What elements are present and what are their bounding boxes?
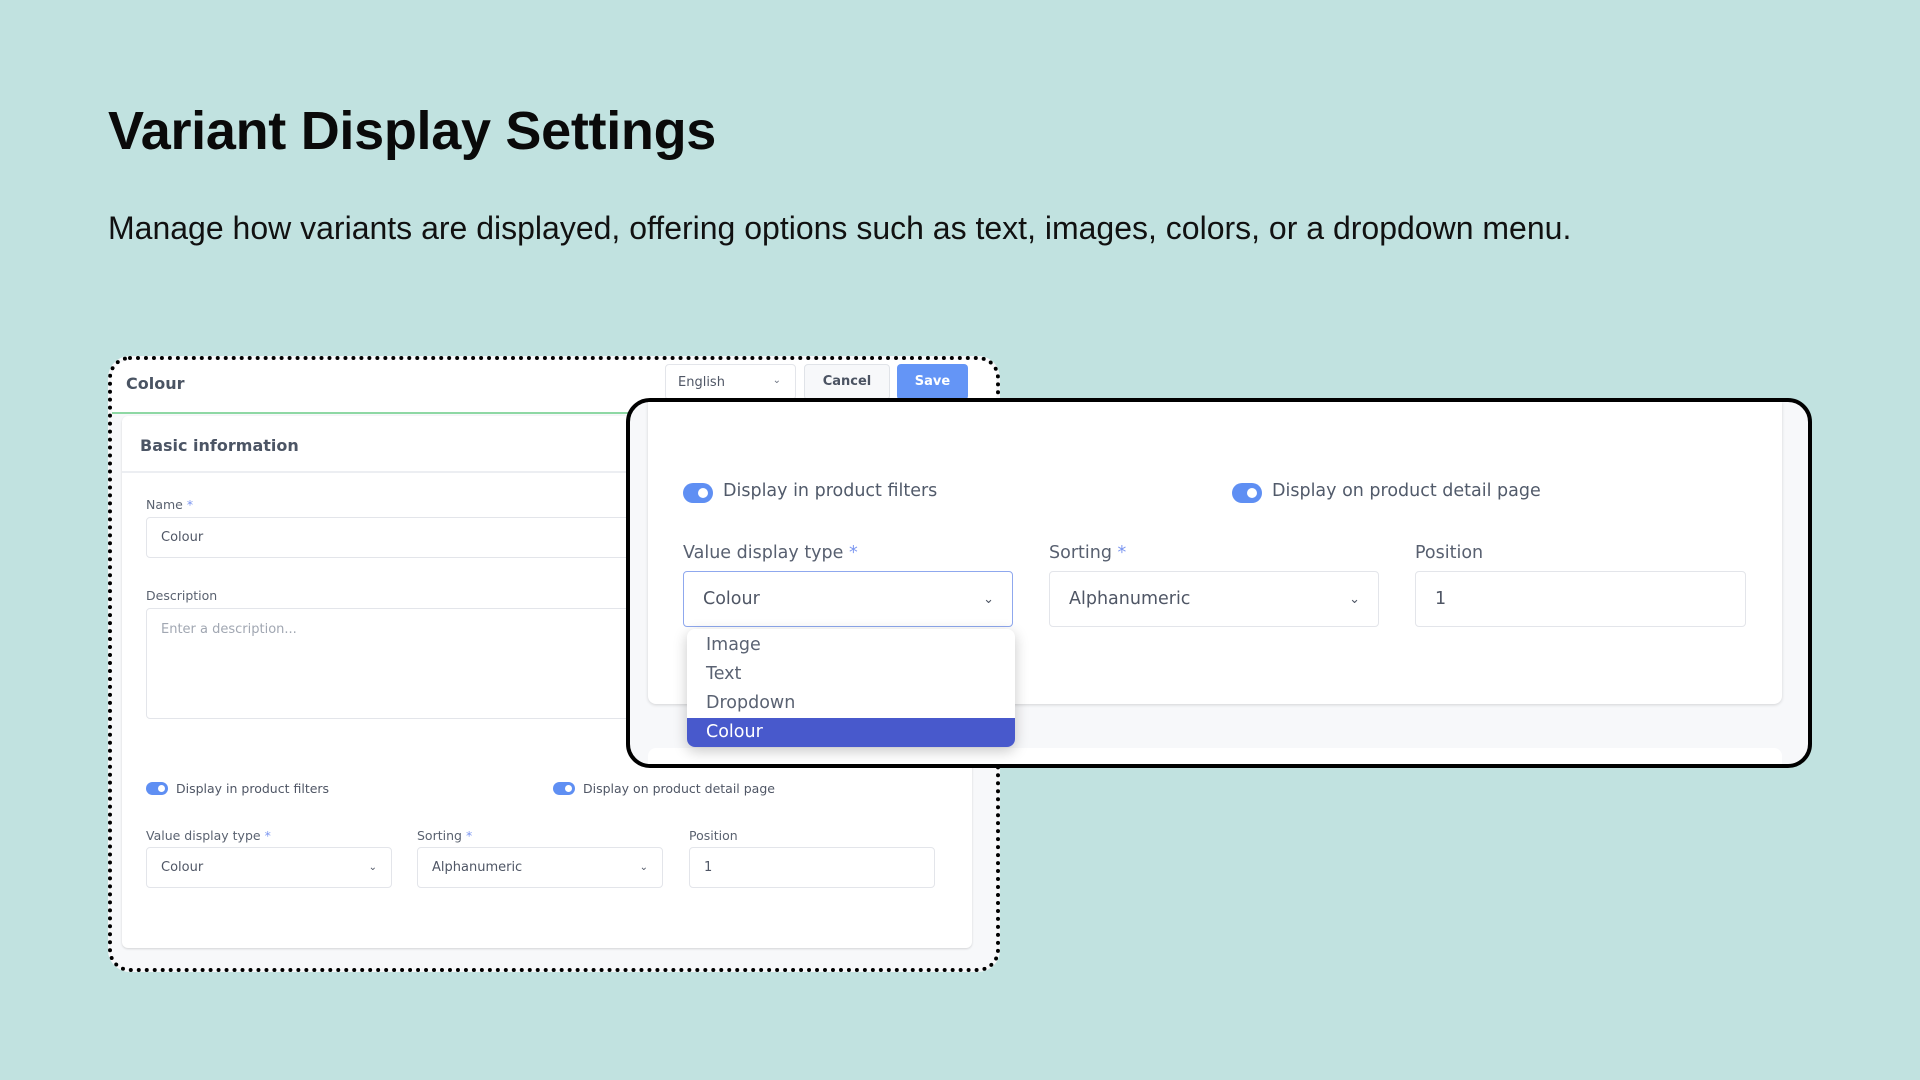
section-title: Basic information (140, 436, 299, 455)
position-input[interactable]: 1 (689, 847, 935, 888)
chevron-down-icon: ⌄ (983, 591, 994, 607)
chevron-down-icon: ⌄ (772, 375, 781, 386)
toggle-product-detail[interactable] (553, 782, 575, 795)
sorting-value: Alphanumeric (432, 860, 523, 875)
zoom-value-display-type-label-text: Value display type (683, 543, 844, 563)
name-input-value: Colour (161, 530, 204, 545)
value-display-type-label: Value display type * (146, 828, 271, 843)
cancel-button[interactable]: Cancel (804, 364, 890, 400)
position-value: 1 (704, 860, 713, 875)
dropdown-option-colour[interactable]: Colour (687, 718, 1015, 747)
toggle-product-filters[interactable] (146, 782, 168, 795)
name-label-text: Name (146, 497, 183, 512)
value-display-type-dropdown-list: Image Text Dropdown Colour (687, 629, 1015, 747)
required-marker: * (1117, 543, 1127, 563)
dropdown-option-image[interactable]: Image (687, 631, 1015, 660)
value-display-type-label-text: Value display type (146, 828, 261, 843)
value-display-type-select[interactable]: Colour ⌄ (146, 847, 392, 888)
chevron-down-icon: ⌄ (1349, 591, 1360, 607)
value-display-type-value: Colour (161, 860, 204, 875)
toggle-product-filters-label: Display in product filters (176, 781, 330, 796)
required-marker: * (849, 543, 858, 563)
zoom-sorting-select[interactable]: Alphanumeric ⌄ (1049, 571, 1379, 627)
sorting-label-text: Sorting (417, 828, 462, 843)
zoom-toggle-product-filters-label: Display in product filters (723, 481, 938, 501)
dropdown-option-text[interactable]: Text (687, 660, 1015, 689)
zoom-sorting-value: Alphanumeric (1069, 589, 1191, 609)
required-marker: * (264, 828, 271, 843)
next-section-card (648, 748, 1782, 764)
chevron-down-icon: ⌄ (639, 862, 648, 873)
zoom-sorting-label-text: Sorting (1049, 543, 1112, 563)
zoom-value-display-type-label: Value display type * (683, 543, 858, 563)
zoom-sorting-label: Sorting * (1049, 543, 1126, 563)
dropdown-option-dropdown[interactable]: Dropdown (687, 689, 1015, 718)
sorting-label: Sorting * (417, 828, 472, 843)
required-marker: * (186, 497, 194, 512)
zoomed-detail-panel: Display in product filters Display on pr… (626, 398, 1812, 768)
page-title: Variant Display Settings (108, 101, 716, 161)
zoom-toggle-product-detail-label: Display on product detail page (1272, 481, 1541, 501)
sorting-select[interactable]: Alphanumeric ⌄ (417, 847, 663, 888)
toggle-product-detail-label: Display on product detail page (583, 781, 775, 796)
zoom-toggle-product-detail[interactable] (1232, 483, 1262, 503)
zoom-position-label: Position (1415, 543, 1484, 563)
zoom-position-input[interactable]: 1 (1415, 571, 1746, 627)
zoom-value-display-type-value: Colour (703, 589, 760, 609)
required-marker: * (465, 828, 473, 843)
name-label: Name * (146, 497, 193, 512)
language-value: English (678, 375, 725, 390)
language-select[interactable]: English ⌄ (665, 364, 796, 400)
description-placeholder: Enter a description... (161, 622, 297, 637)
position-label: Position (689, 828, 738, 843)
zoom-value-display-type-select[interactable]: Colour ⌄ (683, 571, 1013, 627)
chevron-down-icon: ⌄ (368, 862, 377, 873)
description-label: Description (146, 588, 218, 603)
zoom-toggle-product-filters[interactable] (683, 483, 713, 503)
save-button[interactable]: Save (897, 364, 968, 400)
page-subtitle: Manage how variants are displayed, offer… (108, 210, 1572, 246)
editor-title: Colour (126, 374, 185, 393)
zoom-position-value: 1 (1435, 589, 1447, 609)
